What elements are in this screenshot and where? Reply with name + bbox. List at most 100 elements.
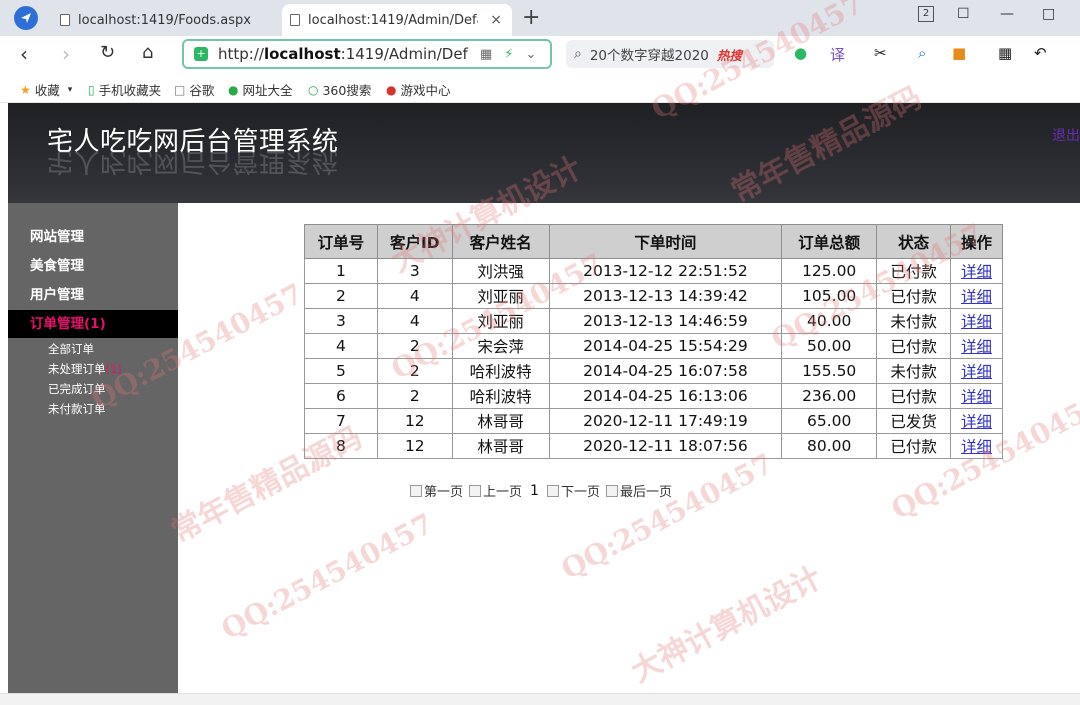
order-time: 2020-12-11 18:07:56 xyxy=(548,433,783,459)
search-text[interactable]: 20个数字穿越2020 xyxy=(590,44,709,64)
submenu-completed-orders[interactable]: 已完成订单 xyxy=(48,381,106,397)
column-header-action: 操作 xyxy=(950,224,1003,259)
tab-strip: localhost:1419/Foods.aspx localhost:1419… xyxy=(0,0,1080,36)
customer-name: 林哥哥 xyxy=(451,433,550,459)
bookmark-games[interactable]: ● 游戏中心 xyxy=(386,80,451,99)
apps-grid-icon[interactable]: ▦ xyxy=(998,44,1012,62)
logout-link[interactable]: 退出 xyxy=(1052,125,1080,145)
broken-image-icon xyxy=(410,484,422,497)
order-total: 236.00 xyxy=(781,383,878,409)
magnifier-icon[interactable]: ⌕ xyxy=(918,44,926,62)
customer-name: 林哥哥 xyxy=(451,408,550,434)
hot-search-badge[interactable]: 热搜 xyxy=(717,45,742,64)
tab-title: localhost:1419/Foods.aspx xyxy=(78,12,251,28)
home-icon[interactable]: ⌂ xyxy=(142,42,153,63)
order-id: 4 xyxy=(304,333,378,359)
detail-link[interactable]: 详细 xyxy=(961,313,992,331)
chevron-down-icon[interactable]: ⌄ xyxy=(525,47,536,62)
wechat-icon[interactable]: ● xyxy=(794,44,807,62)
detail-link[interactable]: 详细 xyxy=(961,438,992,456)
bookmark-sites[interactable]: ● 网址大全 xyxy=(228,80,293,99)
detail-link[interactable]: 详细 xyxy=(961,338,992,356)
customer-id: 2 xyxy=(376,383,453,409)
action-cell: 详细 xyxy=(950,283,1003,309)
order-id: 1 xyxy=(304,258,378,284)
detail-link[interactable]: 详细 xyxy=(961,413,992,431)
order-total: 65.00 xyxy=(781,408,878,434)
menu-site-management[interactable]: 网站管理 xyxy=(8,223,178,251)
scissors-icon[interactable]: ✂ xyxy=(874,44,887,62)
site-title-reflection: 宅人吃吃网后台管理系统 xyxy=(47,146,339,176)
bookmark-mobile[interactable]: ▯ 手机收藏夹 xyxy=(88,80,161,99)
undo-icon[interactable]: ↶ xyxy=(1034,44,1047,62)
column-header-order-id: 订单号 xyxy=(304,224,378,259)
menu-user-management[interactable]: 用户管理 xyxy=(8,281,178,309)
table-row: 8 12 林哥哥 2020-12-11 18:07:56 80.00 已付款 详… xyxy=(304,433,1003,459)
order-id: 2 xyxy=(304,283,378,309)
order-time: 2014-04-25 16:13:06 xyxy=(548,383,783,409)
detail-link[interactable]: 详细 xyxy=(961,263,992,281)
prev-page-button[interactable]: 上一页 xyxy=(469,481,522,500)
submenu-unpaid-orders[interactable]: 未付款订单 xyxy=(48,401,106,417)
order-status: 已付款 xyxy=(876,433,952,459)
menu-food-management[interactable]: 美食管理 xyxy=(8,252,178,280)
action-cell: 详细 xyxy=(950,308,1003,334)
close-tab-icon[interactable]: × xyxy=(490,12,502,28)
detail-link[interactable]: 详细 xyxy=(961,363,992,381)
globe-icon: ● xyxy=(228,82,239,97)
page-icon xyxy=(290,14,300,26)
bookmark-google[interactable]: □ 谷歌 xyxy=(174,80,214,99)
pagination: 第一页 上一页 1 下一页 最后一页 xyxy=(410,481,678,500)
url-field[interactable]: + http://localhost:1419/Admin/Default ▦ … xyxy=(182,39,552,69)
order-status: 已付款 xyxy=(876,383,952,409)
back-icon[interactable]: ‹ xyxy=(20,42,28,66)
shirt-icon[interactable]: ☐ xyxy=(957,6,970,22)
detail-link[interactable]: 详细 xyxy=(961,288,992,306)
customer-id: 4 xyxy=(376,283,453,309)
table-row: 6 2 哈利波特 2014-04-25 16:13:06 236.00 已付款 … xyxy=(304,383,1003,409)
order-status: 未付款 xyxy=(876,358,952,384)
lightning-icon[interactable]: ⚡ xyxy=(504,47,513,62)
customer-id: 2 xyxy=(376,333,453,359)
order-total: 80.00 xyxy=(781,433,878,459)
translate-icon[interactable]: 译 xyxy=(830,44,845,65)
next-page-button[interactable]: 下一页 xyxy=(546,481,600,500)
bookmark-favorites[interactable]: ★ 收藏 ▾ xyxy=(20,80,72,99)
column-header-total: 订单总额 xyxy=(781,224,878,259)
order-id: 7 xyxy=(304,408,378,434)
search-input[interactable]: ⌕ 20个数字穿越2020 热搜 xyxy=(566,40,774,68)
new-tab-button[interactable]: + xyxy=(522,5,540,30)
submenu-all-orders[interactable]: 全部订单 xyxy=(48,341,94,357)
submenu-pending-orders[interactable]: 未处理订单(1) xyxy=(48,361,122,377)
url-text[interactable]: http://localhost:1419/Admin/Default xyxy=(218,45,468,63)
page-icon: □ xyxy=(174,82,186,97)
game-icon: ● xyxy=(386,82,397,97)
bookmark-360[interactable]: ○ 360搜索 xyxy=(308,80,371,99)
action-cell: 详细 xyxy=(950,333,1003,359)
forward-icon[interactable]: › xyxy=(62,42,70,66)
tab-foods[interactable]: localhost:1419/Foods.aspx xyxy=(52,4,278,36)
chevron-down-icon: ▾ xyxy=(67,84,73,95)
maximize-icon[interactable]: □ xyxy=(1042,6,1055,22)
action-cell: 详细 xyxy=(950,433,1003,459)
order-total: 105.00 xyxy=(781,283,878,309)
menu-order-management[interactable]: 订单管理(1) xyxy=(8,310,178,338)
order-status: 已付款 xyxy=(876,283,952,309)
qr-code-icon[interactable]: ▦ xyxy=(480,47,492,62)
column-header-order-time: 下单时间 xyxy=(548,224,783,259)
gamepad-icon[interactable]: ■ xyxy=(952,44,966,62)
last-page-button[interactable]: 最后一页 xyxy=(605,481,672,500)
browser-logo-icon[interactable] xyxy=(14,6,38,30)
tab-admin-default[interactable]: localhost:1419/Admin/Default × xyxy=(282,4,512,36)
customer-id: 12 xyxy=(376,433,453,459)
page-header: 宅人吃吃网后台管理系统 宅人吃吃网后台管理系统 退出 xyxy=(8,103,1080,203)
detail-link[interactable]: 详细 xyxy=(961,388,992,406)
order-total: 40.00 xyxy=(781,308,878,334)
tab-count-badge[interactable]: 2 xyxy=(918,6,934,22)
order-status: 已付款 xyxy=(876,333,952,359)
reload-icon[interactable]: ↻ xyxy=(100,42,115,63)
first-page-button[interactable]: 第一页 xyxy=(410,481,463,500)
table-row: 4 2 宋会萍 2014-04-25 15:54:29 50.00 已付款 详细 xyxy=(304,333,1003,359)
order-total: 125.00 xyxy=(781,258,878,284)
minimize-icon[interactable]: — xyxy=(1000,6,1014,22)
